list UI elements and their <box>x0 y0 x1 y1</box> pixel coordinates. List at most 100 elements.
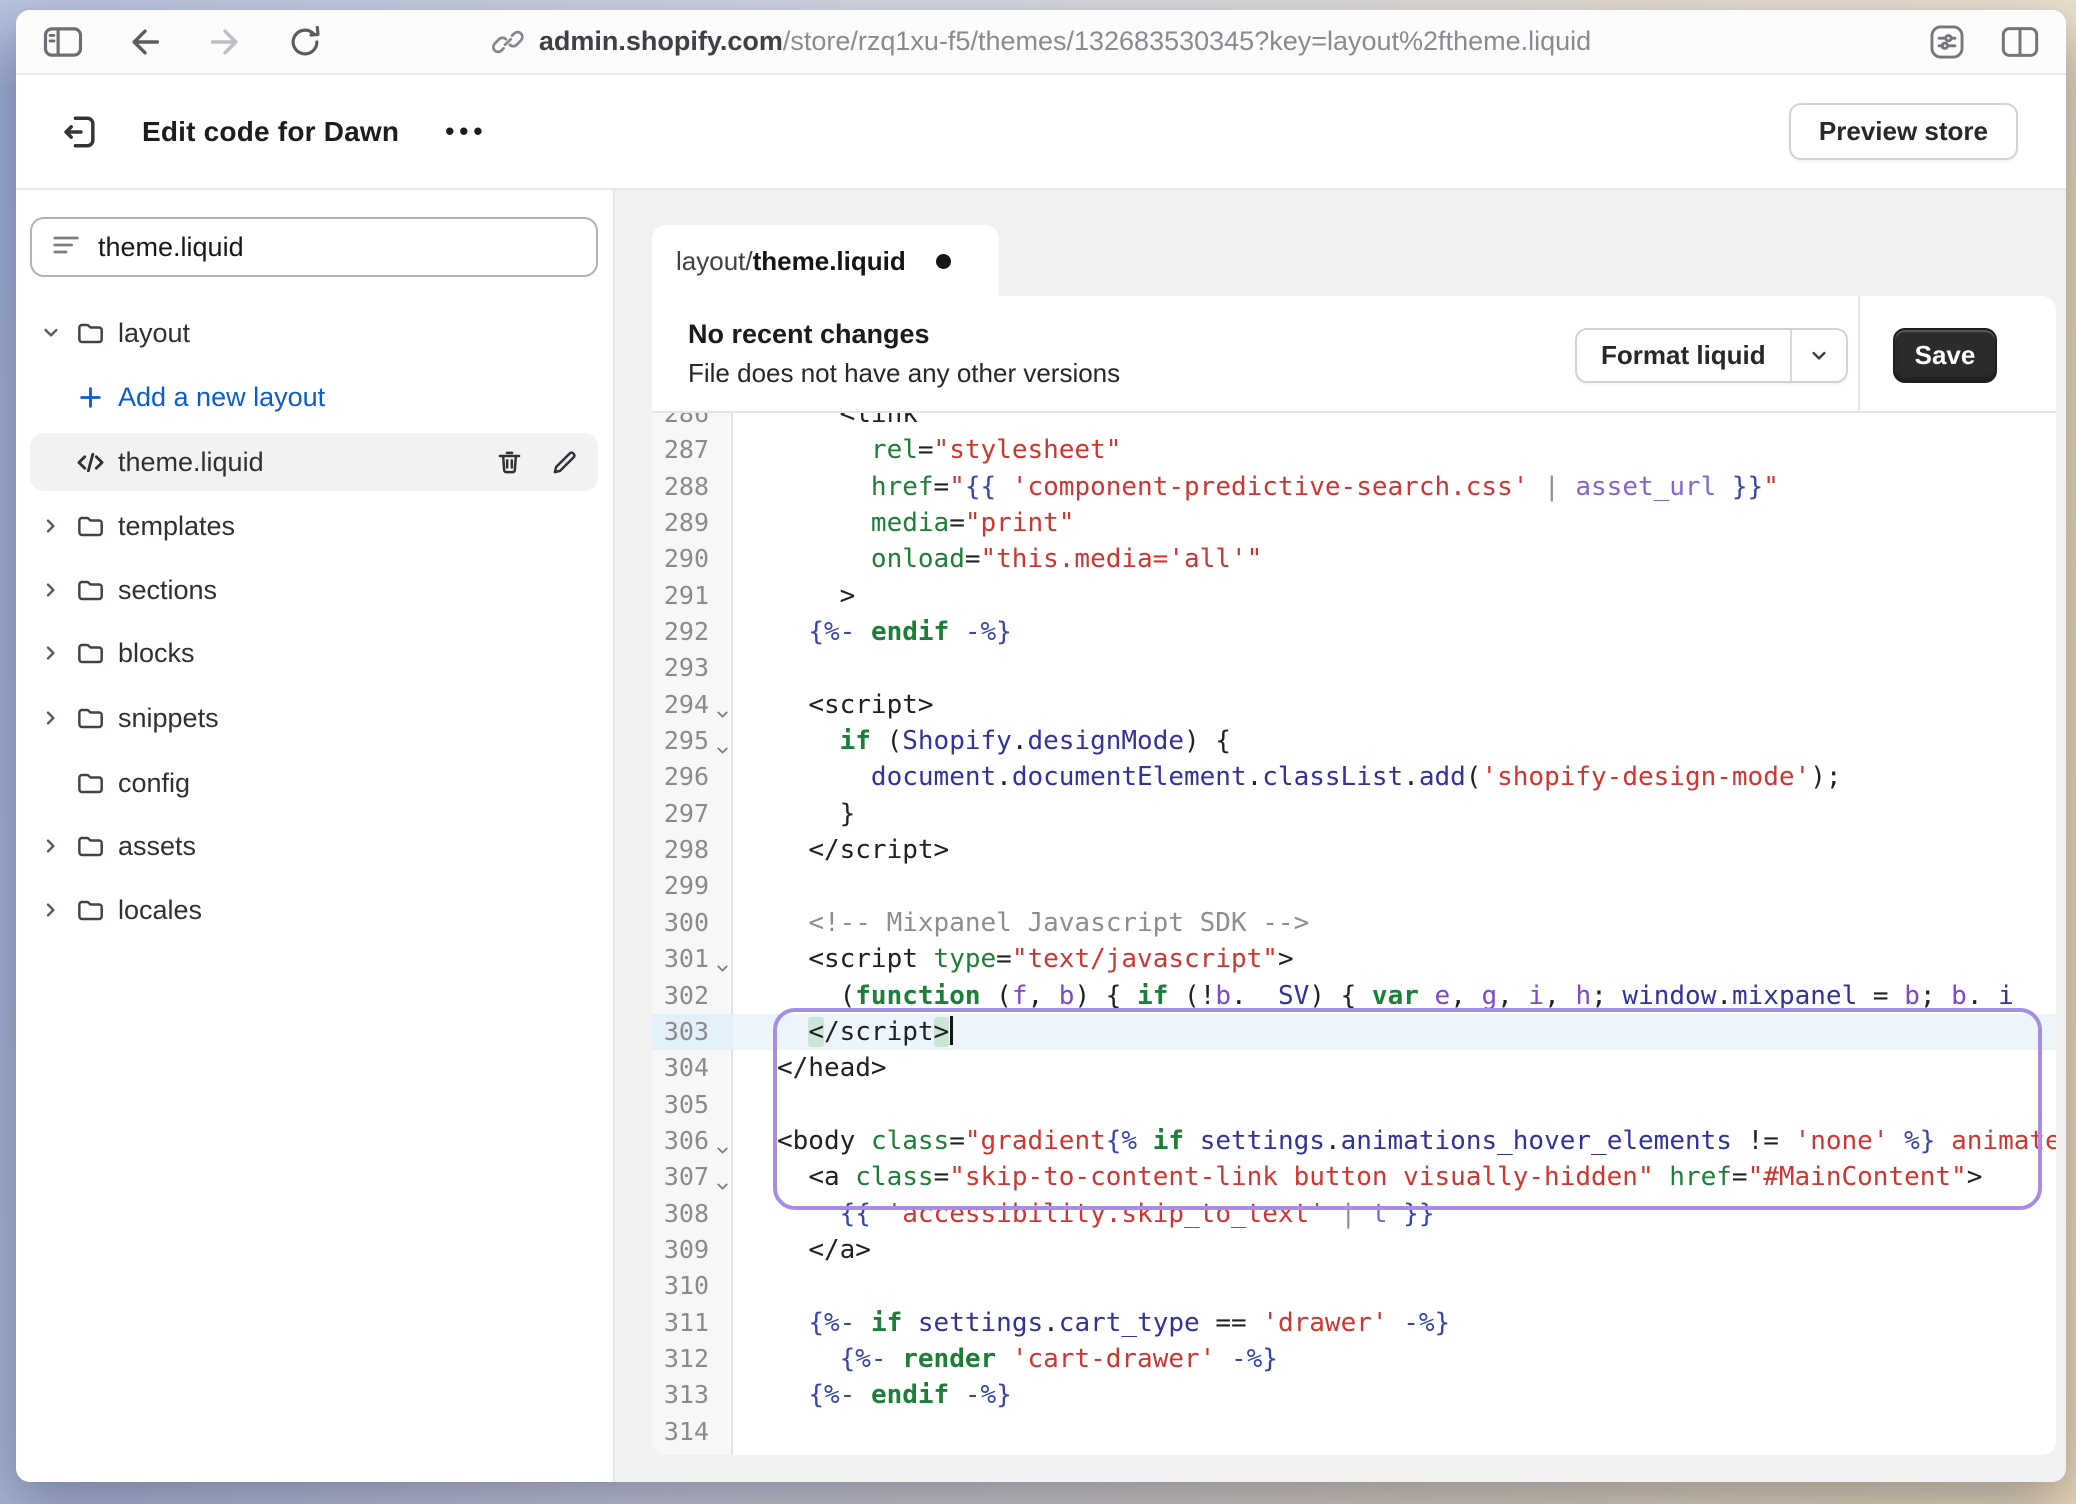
code-line-307[interactable]: 307 <a class="skip-to-content-link butto… <box>652 1159 2056 1195</box>
code-line-286[interactable]: 286 <link <box>652 413 2056 432</box>
code-line-308[interactable]: 308 {{ 'accessibility.skip_to_text' | t … <box>652 1196 2056 1232</box>
code-line-289[interactable]: 289 media="print" <box>652 505 2056 541</box>
code-line-287[interactable]: 287 rel="stylesheet" <box>652 432 2056 468</box>
back-icon[interactable] <box>126 25 164 59</box>
folder-icon <box>75 318 106 349</box>
code-line-305[interactable]: 305 <box>652 1087 2056 1123</box>
code-text: media="print" <box>733 505 2056 541</box>
tab-path-prefix: layout/ <box>676 246 753 277</box>
line-number: 314 <box>652 1414 733 1450</box>
code-line-312[interactable]: 312 {%- render 'cart-drawer' -%} <box>652 1341 2056 1377</box>
fold-chevron-icon[interactable] <box>714 742 731 759</box>
tab-file-name: theme.liquid <box>753 246 906 277</box>
tree-chevron[interactable] <box>36 706 66 730</box>
line-number: 302 <box>652 978 733 1014</box>
sidebar-item-sections[interactable]: sections <box>30 561 598 619</box>
forward-icon[interactable] <box>206 25 244 59</box>
tree-chevron[interactable] <box>36 834 66 858</box>
code-line-297[interactable]: 297 } <box>652 796 2056 832</box>
code-line-290[interactable]: 290 onload="this.media='all'" <box>652 541 2056 577</box>
fold-chevron-icon[interactable] <box>714 1178 731 1195</box>
reload-icon[interactable] <box>286 23 324 61</box>
tree-chevron[interactable] <box>36 898 66 922</box>
code-line-299[interactable]: 299 <box>652 868 2056 904</box>
folder-icon <box>75 638 106 669</box>
format-liquid-dropdown[interactable] <box>1790 330 1846 381</box>
code-line-309[interactable]: 309 </a> <box>652 1232 2056 1268</box>
file-search-value: theme.liquid <box>98 232 244 263</box>
code-line-300[interactable]: 300 <!-- Mixpanel Javascript SDK --> <box>652 905 2056 941</box>
tree-chevron[interactable] <box>36 578 66 602</box>
code-line-293[interactable]: 293 <box>652 650 2056 686</box>
code-line-291[interactable]: 291 > <box>652 578 2056 614</box>
code-line-288[interactable]: 288 href="{{ 'component-predictive-searc… <box>652 469 2056 505</box>
tree-chevron[interactable] <box>36 321 66 345</box>
url-domain: admin.shopify.com <box>539 26 783 56</box>
code-line-303[interactable]: 303 </script> <box>652 1014 2056 1050</box>
code-line-311[interactable]: 311 {%- if settings.cart_type == 'drawer… <box>652 1305 2056 1341</box>
format-liquid-button[interactable]: Format liquid <box>1577 330 1790 381</box>
plus-icon <box>77 384 104 411</box>
tree-chevron[interactable] <box>36 641 66 665</box>
tree-item-label: config <box>118 768 190 799</box>
line-number: 309 <box>652 1232 733 1268</box>
code-line-302[interactable]: 302 (function (f, b) { if (!b.__SV) { va… <box>652 978 2056 1014</box>
code-line-301[interactable]: 301 <script type="text/javascript"> <box>652 941 2056 977</box>
code-editor[interactable]: 286 <link287 rel="stylesheet"288 href="{… <box>652 413 2056 1455</box>
fold-chevron-icon[interactable] <box>714 1142 731 1159</box>
tree-item-label: layout <box>118 318 190 349</box>
sidebar-item-templates[interactable]: templates <box>30 497 598 555</box>
more-menu-button[interactable]: ••• <box>445 116 487 147</box>
browser-window: admin.shopify.com/store/rzq1xu-f5/themes… <box>16 10 2066 1482</box>
sidebar-toggle-icon[interactable] <box>42 24 84 60</box>
sidebar-item-assets[interactable]: assets <box>30 817 598 875</box>
split-view-icon[interactable] <box>2000 24 2040 60</box>
fold-chevron-icon[interactable] <box>714 960 731 977</box>
fold-chevron-icon[interactable] <box>714 706 731 723</box>
code-line-315[interactable]: 315 {% sections 'header-group' %} <box>652 1450 2056 1455</box>
code-line-304[interactable]: 304</head> <box>652 1050 2056 1086</box>
code-line-296[interactable]: 296 document.documentElement.classList.a… <box>652 759 2056 795</box>
code-text <box>733 650 2056 686</box>
code-line-306[interactable]: 306<body class="gradient{% if settings.a… <box>652 1123 2056 1159</box>
sidebar-item-theme-liquid[interactable]: theme.liquid <box>30 433 598 491</box>
line-number: 295 <box>652 723 733 759</box>
code-line-295[interactable]: 295 if (Shopify.designMode) { <box>652 723 2056 759</box>
code-line-294[interactable]: 294 <script> <box>652 687 2056 723</box>
extensions-icon[interactable] <box>1928 23 1966 61</box>
chevron-right-icon <box>39 834 63 858</box>
address-bar[interactable]: admin.shopify.com/store/rzq1xu-f5/themes… <box>491 10 1591 73</box>
code-text <box>733 1087 2056 1123</box>
code-line-298[interactable]: 298 </script> <box>652 832 2056 868</box>
line-number: 290 <box>652 541 733 577</box>
sidebar-item-blocks[interactable]: blocks <box>30 624 598 682</box>
code-line-292[interactable]: 292 {%- endif -%} <box>652 614 2056 650</box>
delete-icon[interactable] <box>494 447 525 478</box>
tree-chevron[interactable] <box>36 514 66 538</box>
edit-icon[interactable] <box>549 447 580 478</box>
code-line-313[interactable]: 313 {%- endif -%} <box>652 1377 2056 1413</box>
sidebar-item-config[interactable]: config <box>30 754 598 812</box>
line-number: 307 <box>652 1159 733 1195</box>
code-text: </a> <box>733 1232 2056 1268</box>
line-number: 288 <box>652 469 733 505</box>
code-text: <script> <box>733 687 2056 723</box>
code-line-310[interactable]: 310 <box>652 1268 2056 1304</box>
code-line-314[interactable]: 314 <box>652 1414 2056 1450</box>
preview-store-button[interactable]: Preview store <box>1789 103 2018 160</box>
sidebar-item-layout[interactable]: layout <box>30 304 598 362</box>
tree-item-label: Add a new layout <box>118 382 325 413</box>
save-button[interactable]: Save <box>1893 328 1997 383</box>
code-text <box>733 868 2056 904</box>
tree-item-label: sections <box>118 575 217 606</box>
code-text <box>733 1268 2056 1304</box>
code-text: {%- endif -%} <box>733 614 2056 650</box>
tab-theme-liquid[interactable]: layout/theme.liquid <box>652 225 999 298</box>
sidebar-item-add-a-new-layout[interactable]: Add a new layout <box>30 368 598 426</box>
sidebar-item-snippets[interactable]: snippets <box>30 689 598 747</box>
file-search-input[interactable]: theme.liquid <box>30 217 598 277</box>
exit-icon[interactable] <box>58 110 102 154</box>
folder-icon <box>75 575 106 606</box>
sidebar-item-locales[interactable]: locales <box>30 881 598 939</box>
line-number: 315 <box>652 1450 733 1455</box>
